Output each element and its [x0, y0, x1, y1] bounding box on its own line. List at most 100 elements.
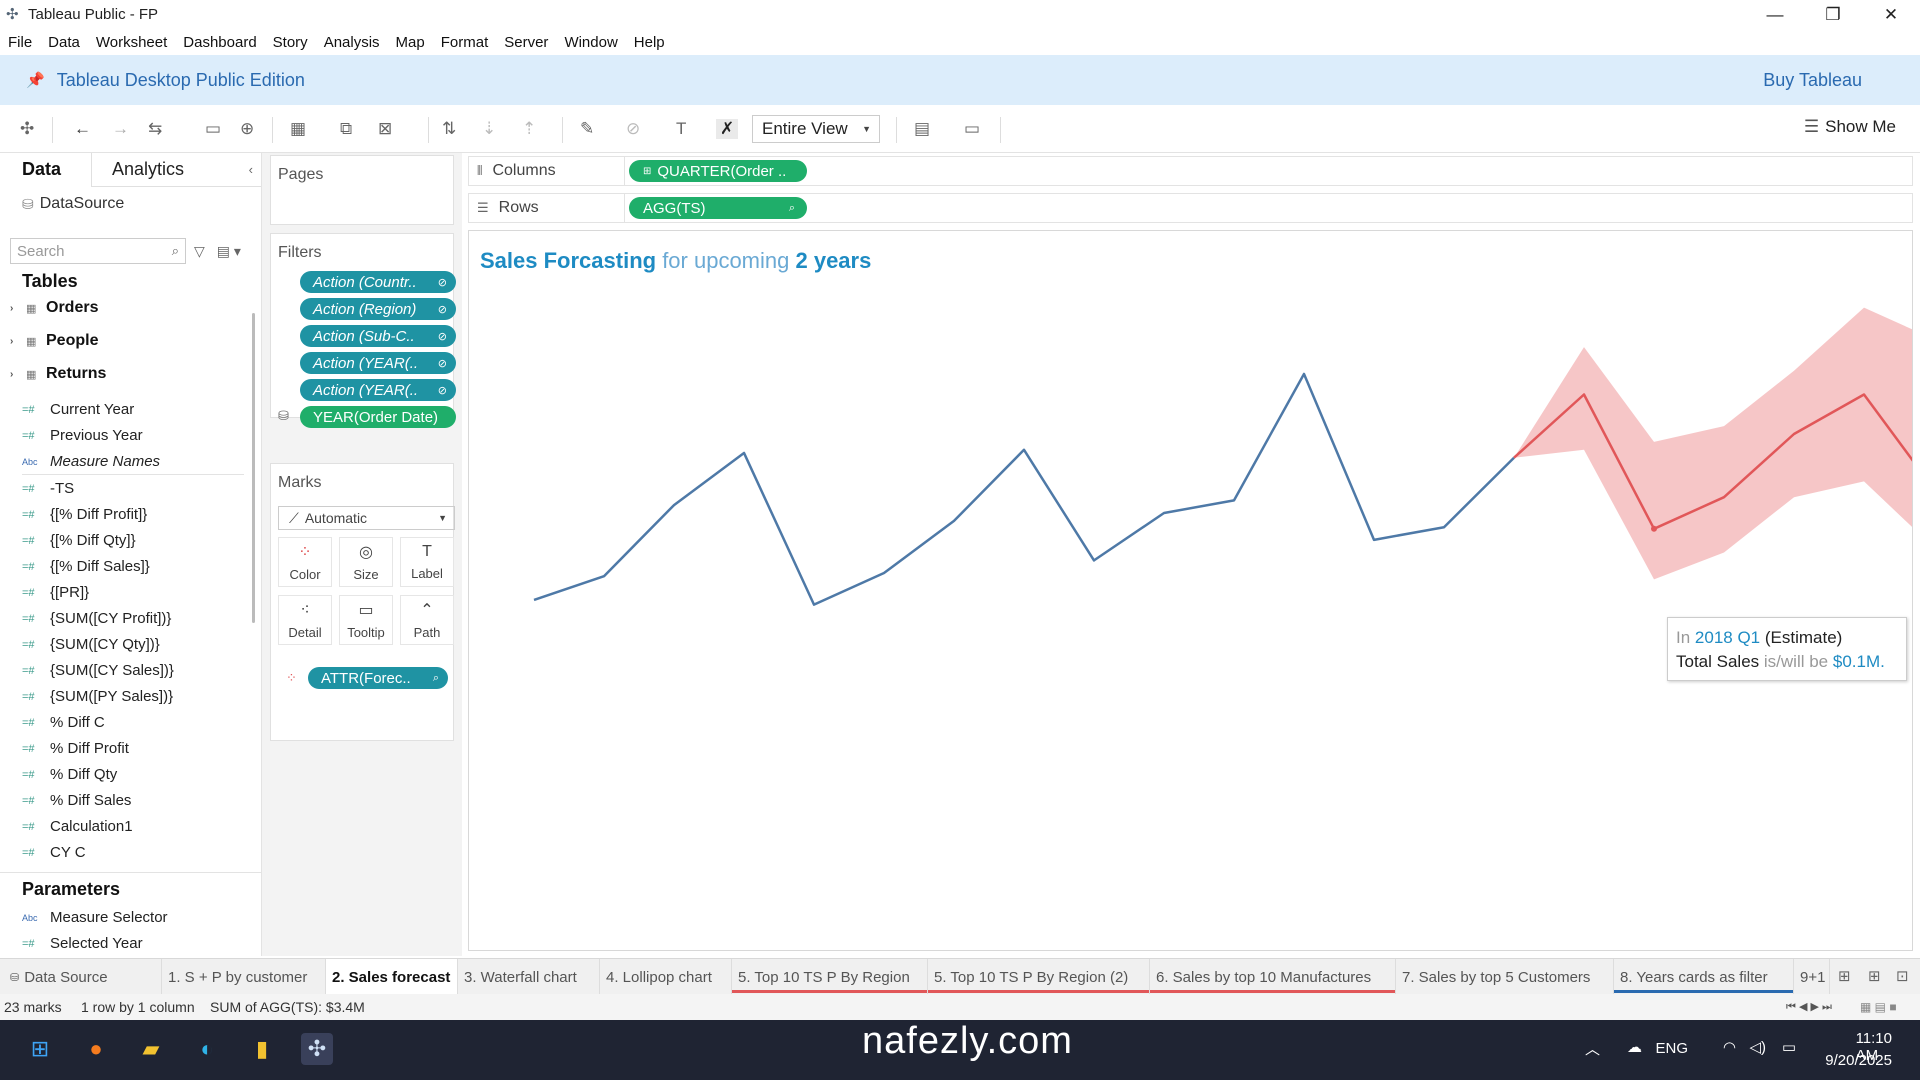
forecast-line-chart[interactable]: [469, 231, 1912, 950]
size-button[interactable]: ◎ Size: [339, 537, 393, 587]
wifi-icon[interactable]: ◠: [1723, 1038, 1736, 1056]
field-item[interactable]: =# {SUM([CY Qty])}: [22, 636, 160, 653]
columns-shelf[interactable]: ⫴ Columns ⊞ QUARTER(Order ..: [468, 156, 1913, 186]
firefox-icon[interactable]: ●: [80, 1033, 112, 1065]
tab-data-source[interactable]: ⛁ Data Source: [0, 959, 162, 995]
save-icon[interactable]: ▭: [205, 119, 221, 139]
parameter-item[interactable]: =# Selected Year: [22, 935, 143, 952]
tab-sheet[interactable]: 1. S + P by customer: [162, 959, 326, 995]
tooltip-button[interactable]: ▭ Tooltip: [339, 595, 393, 645]
filter-pill[interactable]: Action (YEAR(.. ⊘: [300, 352, 456, 374]
detail-button[interactable]: ⁖ Detail: [278, 595, 332, 645]
filter-pill[interactable]: Action (Region) ⊘: [300, 298, 456, 320]
power-bi-icon[interactable]: ▮: [246, 1033, 278, 1065]
table-people[interactable]: › ▦ People: [10, 332, 98, 350]
field-item[interactable]: =# -TS: [22, 480, 74, 497]
duplicate-sheet-icon[interactable]: ⧉: [340, 119, 352, 139]
filter-pill[interactable]: Action (Countr.. ⊘: [300, 271, 456, 293]
columns-pill[interactable]: ⊞ QUARTER(Order ..: [629, 160, 807, 182]
sort-ascending-icon[interactable]: ⇣: [482, 119, 496, 139]
sort-descending-icon[interactable]: ⇡: [522, 119, 536, 139]
swap-axes-icon[interactable]: ⇅: [442, 119, 456, 139]
datasource-item[interactable]: ⛁ DataSource: [0, 187, 261, 221]
rows-pill[interactable]: AGG(TS) ⌕: [629, 197, 807, 219]
forecast-confidence-band[interactable]: [1514, 307, 1912, 580]
menu-format[interactable]: Format: [441, 34, 489, 51]
highlight-icon[interactable]: ✎: [580, 119, 594, 139]
filter-pill-year[interactable]: YEAR(Order Date): [300, 406, 456, 428]
field-item[interactable]: =# {[% Diff Qty]}: [22, 532, 136, 549]
tab-sheet[interactable]: 4. Lollipop chart: [600, 959, 732, 995]
filter-pill[interactable]: Action (YEAR(.. ⊘: [300, 379, 456, 401]
path-button[interactable]: ⌃ Path: [400, 595, 454, 645]
marks-pill-forecast[interactable]: ATTR(Forec.. ⌕: [308, 667, 448, 689]
field-item[interactable]: =# % Diff Profit: [22, 740, 129, 757]
table-returns[interactable]: › ▦ Returns: [10, 365, 106, 383]
field-item[interactable]: =# {[PR]}: [22, 584, 89, 601]
filter-icon[interactable]: ▽: [194, 243, 205, 260]
undo-icon[interactable]: ←: [74, 119, 91, 139]
new-worksheet-icon[interactable]: ▦: [290, 119, 306, 139]
field-item[interactable]: Abc Measure Names: [22, 453, 160, 470]
presentation-mode-icon[interactable]: ▭: [964, 119, 980, 139]
fit-select[interactable]: Entire View ▼: [752, 115, 880, 143]
clock-date[interactable]: 9/20/2025: [1825, 1052, 1892, 1069]
field-list-scrollbar[interactable]: [252, 313, 255, 623]
field-item[interactable]: =# {SUM([CY Profit])}: [22, 610, 171, 627]
menu-map[interactable]: Map: [396, 34, 425, 51]
group-icon[interactable]: ⊘: [626, 119, 640, 139]
view-mode-icons[interactable]: ▦ ▤ ■: [1860, 1000, 1897, 1014]
fix-axes-icon[interactable]: ✗: [716, 119, 739, 139]
pages-card[interactable]: Pages: [270, 155, 454, 225]
sheet-nav-icons[interactable]: ⏮ ◀ ▶ ⏭: [1786, 1000, 1832, 1014]
field-item[interactable]: =# % Diff Qty: [22, 766, 117, 783]
show-cards-icon[interactable]: ▤: [914, 119, 930, 139]
chevron-up-icon[interactable]: ︿: [1585, 1038, 1600, 1059]
volume-icon[interactable]: ◁): [1749, 1038, 1766, 1056]
color-button[interactable]: ⁘ Color: [278, 537, 332, 587]
tab-sheet[interactable]: 5. Top 10 TS P By Region (2): [928, 959, 1150, 995]
selected-mark-point[interactable]: [1651, 525, 1657, 532]
new-dashboard-icon[interactable]: ⊞: [1868, 967, 1881, 985]
field-item[interactable]: =# Previous Year: [22, 427, 143, 444]
show-me-button[interactable]: ☰ Show Me: [1804, 117, 1896, 137]
tab-sheet[interactable]: 5. Top 10 TS P By Region: [732, 959, 928, 995]
menu-help[interactable]: Help: [634, 34, 665, 51]
restore-button[interactable]: ❐: [1804, 0, 1862, 29]
field-item[interactable]: =# {[% Diff Profit]}: [22, 506, 147, 523]
rows-shelf[interactable]: ☰ Rows AGG(TS) ⌕: [468, 193, 1913, 223]
tab-sheet[interactable]: 8. Years cards as filter: [1614, 959, 1794, 995]
battery-icon[interactable]: ▭: [1782, 1038, 1796, 1056]
windows-start-icon[interactable]: ⊞: [24, 1033, 56, 1065]
tab-analytics[interactable]: Analytics: [92, 159, 184, 180]
menu-data[interactable]: Data: [48, 34, 80, 51]
new-datasource-icon[interactable]: ⊕: [240, 119, 254, 139]
label-button[interactable]: T Label: [400, 537, 454, 587]
field-item[interactable]: =# CY C: [22, 844, 86, 861]
tab-data[interactable]: Data: [0, 152, 92, 187]
field-item[interactable]: =# {SUM([CY Sales])}: [22, 662, 174, 679]
menu-story[interactable]: Story: [273, 34, 308, 51]
filter-pill[interactable]: Action (Sub-C.. ⊘: [300, 325, 456, 347]
new-story-icon[interactable]: ⊡: [1896, 967, 1909, 985]
redo-icon[interactable]: →: [112, 119, 129, 139]
minimize-button[interactable]: —: [1746, 0, 1804, 29]
parameter-item[interactable]: Abc Measure Selector: [22, 909, 168, 926]
buy-tableau-link[interactable]: Buy Tableau: [1763, 70, 1862, 91]
menu-server[interactable]: Server: [504, 34, 548, 51]
tableau-taskbar-icon[interactable]: ✣: [301, 1033, 333, 1065]
worksheet-view[interactable]: Sales Forcasting for upcoming 2 years In…: [468, 230, 1913, 951]
tableau-home-icon[interactable]: ✣: [20, 119, 34, 139]
mark-type-select[interactable]: ⟋ Automatic ▼: [278, 506, 455, 530]
menu-analysis[interactable]: Analysis: [324, 34, 380, 51]
collapse-pane-icon[interactable]: ‹: [249, 162, 253, 177]
language-indicator[interactable]: ENG: [1655, 1040, 1688, 1057]
field-item[interactable]: =# Calculation1: [22, 818, 133, 835]
tab-more[interactable]: 9+1: [1794, 959, 1830, 995]
menu-worksheet[interactable]: Worksheet: [96, 34, 167, 51]
tab-sheet[interactable]: 6. Sales by top 10 Manufactures: [1150, 959, 1396, 995]
menu-dashboard[interactable]: Dashboard: [183, 34, 256, 51]
close-button[interactable]: ✕: [1862, 0, 1920, 29]
file-explorer-icon[interactable]: ▰: [135, 1033, 167, 1065]
tab-sheet[interactable]: 3. Waterfall chart: [458, 959, 600, 995]
